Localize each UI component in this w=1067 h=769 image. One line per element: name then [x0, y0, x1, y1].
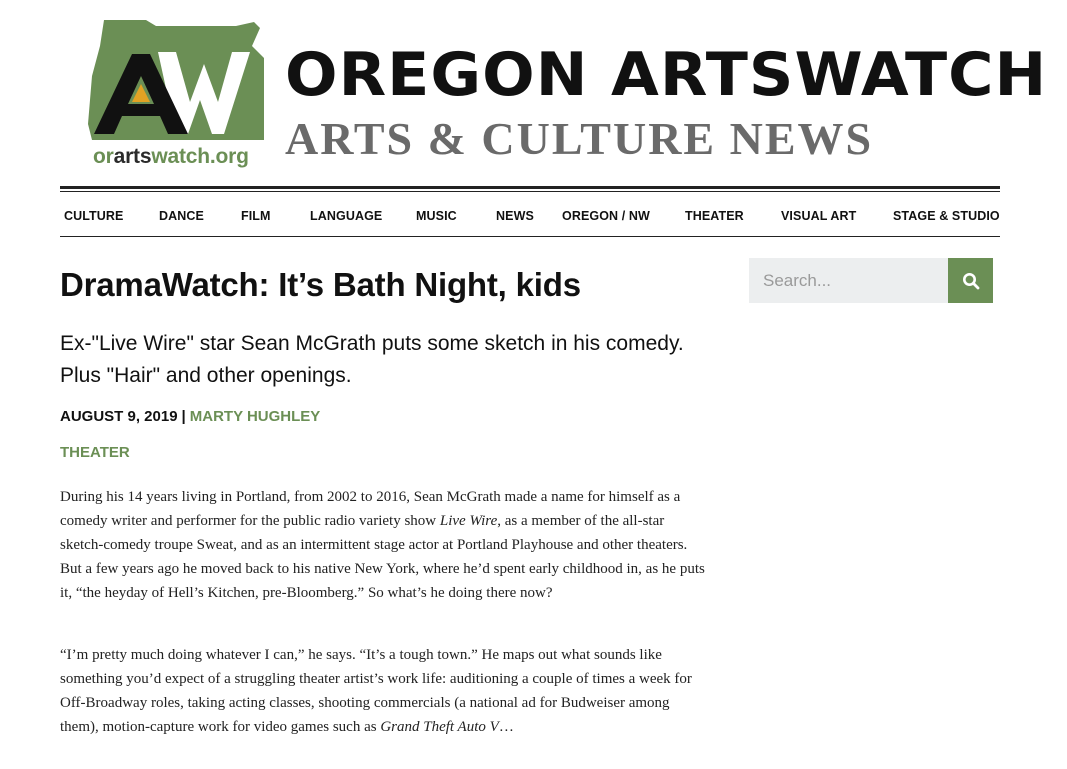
search-input[interactable] — [749, 258, 948, 303]
nav-item-language[interactable]: LANGUAGE — [310, 209, 382, 223]
article-paragraph: During his 14 years living in Portland, … — [60, 485, 705, 605]
nav-bottom-rule — [60, 236, 1000, 237]
nav-item-theater[interactable]: THEATER — [685, 209, 744, 223]
nav-top-rule-thin — [60, 191, 1000, 192]
paragraph-text: “I’m pretty much doing whatever I can,” … — [60, 647, 692, 735]
article-title: DramaWatch: It’s Bath Night, kids — [60, 266, 581, 303]
masthead: orartswatch.org OREGON ARTSWATCH ARTS & … — [0, 0, 1067, 185]
site-logo[interactable]: orartswatch.org — [86, 18, 266, 178]
search-button[interactable] — [948, 258, 993, 303]
search-icon — [962, 272, 979, 289]
paragraph-italic-text: Grand Theft Auto V — [380, 719, 499, 735]
nav-item-dance[interactable]: DANCE — [159, 209, 204, 223]
nav-item-culture[interactable]: CULTURE — [64, 209, 124, 223]
paragraph-text: … — [498, 719, 514, 735]
main-nav: CULTURE DANCE FILM LANGUAGE MUSIC NEWS O… — [60, 193, 1000, 236]
nav-item-visual-art[interactable]: VISUAL ART — [781, 209, 856, 223]
nav-top-rule — [60, 186, 1000, 189]
article-meta: AUGUST 9, 2019 | MARTY HUGHLEY — [60, 408, 320, 425]
site-tagline: ARTS & CULTURE NEWS — [285, 113, 874, 164]
nav-item-stage-studio[interactable]: STAGE & STUDIO — [893, 209, 1000, 223]
nav-item-news[interactable]: NEWS — [496, 209, 534, 223]
nav-item-oregon-nw[interactable]: OREGON / NW — [562, 209, 650, 223]
article-paragraph: “I’m pretty much doing whatever I can,” … — [60, 643, 705, 739]
article-subtitle: Ex-"Live Wire" star Sean McGrath puts so… — [60, 332, 684, 387]
nav-item-music[interactable]: MUSIC — [416, 209, 457, 223]
logo-url-text: orartswatch.org — [93, 145, 249, 168]
category-link[interactable]: THEATER — [60, 444, 130, 461]
article-date: AUGUST 9, 2019 — [60, 408, 178, 425]
paragraph-italic-text: Live Wire — [439, 513, 498, 529]
nav-item-film[interactable]: FILM — [241, 209, 271, 223]
author-link[interactable]: MARTY HUGHLEY — [190, 408, 321, 425]
meta-separator: | — [181, 408, 186, 425]
site-title[interactable]: OREGON ARTSWATCH — [285, 40, 1047, 110]
